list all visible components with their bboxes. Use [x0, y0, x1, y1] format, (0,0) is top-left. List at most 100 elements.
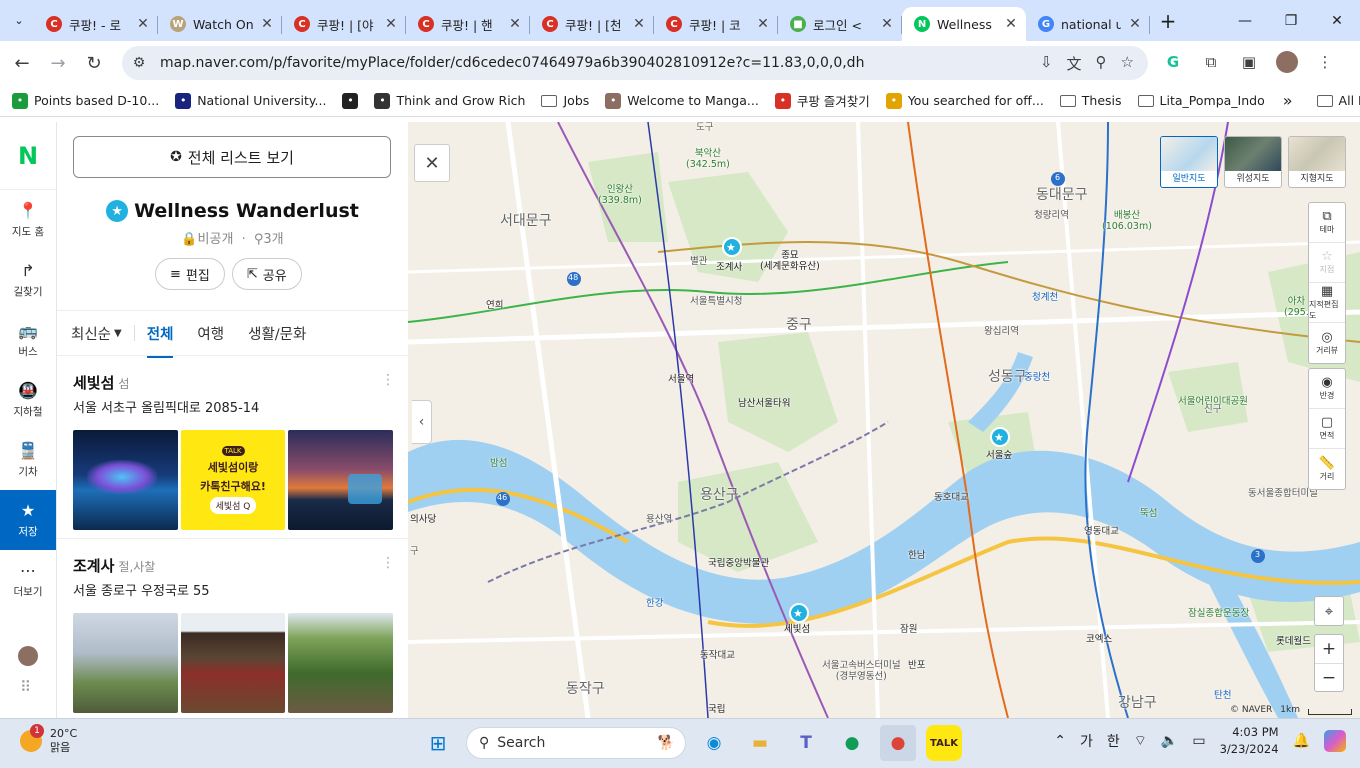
- back-button[interactable]: ←: [4, 45, 40, 81]
- bookmark-item[interactable]: Thesis: [1052, 93, 1130, 108]
- map-control[interactable]: ◎ 거리뷰: [1309, 323, 1345, 363]
- map-label[interactable]: 국립중앙박물관: [708, 558, 769, 569]
- map-label[interactable]: 서대문구: [500, 214, 552, 228]
- map-label[interactable]: 동대문구: [1036, 188, 1088, 202]
- clock[interactable]: 4:03 PM 3/23/2024: [1220, 724, 1279, 758]
- tab-search-button[interactable]: ⌄: [4, 6, 34, 36]
- map-label[interactable]: 왕십리역: [984, 326, 1019, 337]
- browser-tab[interactable]: C 쿠팡! | 핸 ✕: [406, 7, 530, 41]
- map-label[interactable]: 도구: [696, 122, 713, 133]
- zoom-icon[interactable]: ⚲: [1096, 53, 1107, 74]
- chrome-menu-icon[interactable]: ⋮: [1312, 49, 1338, 75]
- close-tab-icon[interactable]: ✕: [632, 16, 646, 32]
- browser-tab[interactable]: C 쿠팡! | 코 ✕: [654, 7, 778, 41]
- map-label[interactable]: 서울고속버스터미널 (경부영동선): [822, 660, 901, 682]
- collapse-panel-button[interactable]: ‹: [412, 400, 432, 444]
- map-label[interactable]: 세빛섬: [784, 624, 810, 635]
- place-photo[interactable]: [73, 613, 178, 713]
- map-label[interactable]: 잠원: [900, 624, 917, 635]
- place-photo[interactable]: [288, 613, 394, 713]
- map-control[interactable]: ◉ 반경: [1309, 369, 1345, 409]
- user-avatar[interactable]: [18, 646, 38, 666]
- all-bookmarks-button[interactable]: All Bookmarks: [1309, 93, 1360, 108]
- map-label[interactable]: 청량리역: [1034, 210, 1069, 221]
- rail-item[interactable]: ↱ 길찾기: [0, 250, 56, 310]
- bookmarks-overflow-button[interactable]: »: [1283, 91, 1293, 110]
- map-label[interactable]: 서울숲: [986, 450, 1012, 461]
- place-name[interactable]: 조계사: [73, 557, 114, 575]
- minimize-button[interactable]: —: [1222, 0, 1268, 41]
- zoom-out-button[interactable]: −: [1315, 663, 1343, 691]
- weather-widget[interactable]: 1 20°C 맑음: [20, 724, 77, 755]
- map-label[interactable]: 동호대교: [934, 492, 969, 503]
- apps-grid-icon[interactable]: ⠿: [20, 678, 31, 696]
- forward-button[interactable]: →: [40, 45, 76, 81]
- place-photo-promo[interactable]: TALK 세빛섬이랑 카톡친구해요! 세빛섬 Q: [180, 430, 286, 530]
- place-photo[interactable]: [180, 613, 286, 713]
- taskbar-search[interactable]: ⚲ Search 🐕: [466, 727, 686, 759]
- bookmark-item[interactable]: Lita_Pompa_Indo: [1130, 93, 1273, 108]
- close-tab-icon[interactable]: ✕: [1128, 16, 1142, 32]
- map-label[interactable]: 연희: [486, 300, 503, 311]
- map-control[interactable]: ⧉ 테마: [1309, 203, 1345, 243]
- map-label[interactable]: 인왕산 (339.8m): [598, 184, 642, 206]
- my-location-button[interactable]: ⌖: [1314, 596, 1344, 626]
- rail-item[interactable]: 📍 지도 홈: [0, 190, 56, 250]
- rail-item[interactable]: 🚌 버스: [0, 310, 56, 370]
- bookmark-item[interactable]: • 쿠팡 즐겨찾기: [767, 91, 878, 110]
- bookmark-item[interactable]: • National University...: [167, 92, 334, 109]
- install-app-icon[interactable]: ⇩: [1040, 53, 1053, 74]
- edge-icon[interactable]: ◉: [696, 725, 732, 761]
- map-label[interactable]: 동작대교: [700, 650, 735, 661]
- full-list-button[interactable]: ✪ 전체 리스트 보기: [73, 136, 391, 178]
- reload-button[interactable]: ↻: [76, 45, 112, 81]
- map-label[interactable]: 북악산 (342.5m): [686, 148, 730, 170]
- naver-logo[interactable]: N: [0, 122, 56, 190]
- close-tab-icon[interactable]: ✕: [260, 16, 274, 32]
- browser-tab[interactable]: Gnational u ✕: [1026, 7, 1150, 41]
- browser-tab[interactable]: C 쿠팡! | [천 ✕: [530, 7, 654, 41]
- browser-tab[interactable]: C 쿠팡! | [야 ✕: [282, 7, 406, 41]
- place-photo[interactable]: [288, 430, 394, 530]
- chrome-profile-icon[interactable]: ●: [834, 725, 870, 761]
- map-label[interactable]: 별관: [690, 256, 707, 267]
- volume-icon[interactable]: 🔈: [1161, 733, 1178, 749]
- browser-tab[interactable]: N Wellness ✕: [902, 7, 1026, 41]
- ime-lang[interactable]: 한: [1107, 731, 1120, 751]
- map-label[interactable]: 서울특별시청: [690, 296, 742, 307]
- new-tab-button[interactable]: +: [1154, 7, 1182, 35]
- close-panel-button[interactable]: ✕: [414, 144, 450, 182]
- map-control[interactable]: ☆ 지점: [1309, 243, 1345, 283]
- notification-bell-icon[interactable]: 🔔: [1293, 733, 1310, 749]
- url-text[interactable]: map.naver.com/p/favorite/myPlace/folder/…: [160, 55, 864, 71]
- map-label[interactable]: 코엑스: [1086, 634, 1112, 645]
- map-label[interactable]: 동작구: [566, 682, 605, 696]
- map-control[interactable]: 📏 거리: [1309, 449, 1345, 489]
- maximize-button[interactable]: ❐: [1268, 0, 1314, 41]
- place-name[interactable]: 세빛섬: [73, 374, 114, 392]
- more-options-icon[interactable]: ⋮: [381, 372, 395, 388]
- edit-button[interactable]: ≡ 편집: [155, 258, 225, 290]
- place-item[interactable]: 세빛섬 섬 서울 서초구 올림픽대로 2085-14 ⋮ TALK 세빛섬이랑 카…: [73, 372, 395, 530]
- bookmark-item[interactable]: Jobs: [533, 93, 597, 108]
- place-photo[interactable]: [73, 430, 178, 530]
- zoom-in-button[interactable]: +: [1315, 635, 1343, 663]
- map-label[interactable]: 동서울종합터미널: [1248, 488, 1318, 499]
- bookmark-item[interactable]: • Points based D-10...: [4, 92, 167, 109]
- chrome-icon[interactable]: ●: [880, 725, 916, 761]
- filter-all[interactable]: 전체: [146, 323, 173, 358]
- more-options-icon[interactable]: ⋮: [381, 555, 395, 571]
- close-window-button[interactable]: ✕: [1314, 0, 1360, 41]
- browser-tab[interactable]: ■ 로그인 < ✕: [778, 7, 902, 41]
- share-button[interactable]: ⇱ 공유: [231, 258, 302, 290]
- bookmark-item[interactable]: •: [334, 92, 366, 109]
- map-label[interactable]: 배봉산 (106.03m): [1102, 210, 1152, 232]
- extensions-icon[interactable]: ⧉: [1198, 49, 1224, 75]
- map-label[interactable]: 남산서울타워: [738, 398, 790, 409]
- translate-icon[interactable]: 文: [1067, 53, 1082, 74]
- map-label[interactable]: 탄천: [1214, 690, 1231, 701]
- filter-culture[interactable]: 생활/문화: [248, 323, 306, 344]
- map-label[interactable]: 뚝섬: [1140, 508, 1157, 519]
- site-info-icon[interactable]: ⚙: [122, 55, 156, 71]
- close-tab-icon[interactable]: ✕: [384, 16, 398, 32]
